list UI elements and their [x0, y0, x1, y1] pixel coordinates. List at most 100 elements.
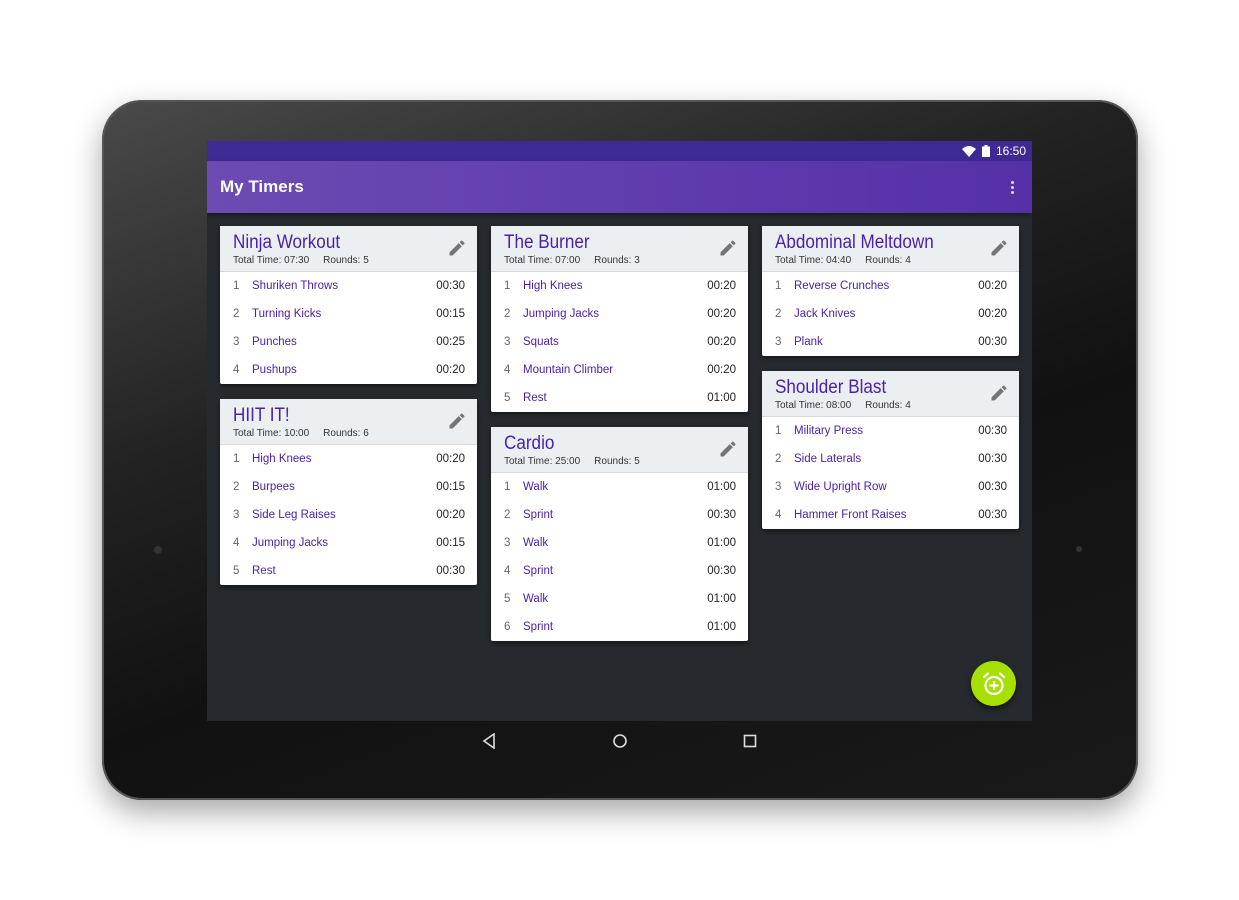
list-item[interactable]: 5 Rest 00:30	[220, 557, 477, 585]
item-number: 1	[504, 280, 511, 292]
edit-icon[interactable]	[447, 238, 467, 258]
item-duration: 00:30	[978, 509, 1007, 521]
rounds-value: 5	[363, 255, 369, 266]
item-number: 1	[233, 280, 240, 292]
timer-card[interactable]: HIIT IT! Total Time: 10:00 Rounds: 6 1 Hig…	[220, 399, 477, 585]
timer-card[interactable]: Cardio Total Time: 25:00 Rounds: 5 1 Walk 0…	[491, 427, 748, 641]
item-number: 3	[775, 481, 782, 493]
item-duration: 00:20	[436, 509, 465, 521]
edit-icon[interactable]	[718, 238, 738, 258]
list-item[interactable]: 2 Jumping Jacks 00:20	[491, 300, 748, 328]
item-name: Side Laterals	[794, 453, 862, 465]
timer-meta: Total Time: 04:40 Rounds: 4	[775, 255, 1006, 266]
list-item[interactable]: 1 Walk 01:00	[491, 473, 748, 501]
list-item[interactable]: 1 Reverse Crunches 00:20	[762, 272, 1019, 300]
total-time-label: Total Time:	[504, 255, 553, 266]
timer-title: HIIT IT!	[233, 405, 290, 426]
item-name: Walk	[523, 537, 549, 549]
edit-icon[interactable]	[989, 383, 1009, 403]
item-number: 1	[504, 481, 511, 493]
item-duration: 00:20	[436, 364, 465, 376]
list-item[interactable]: 4 Sprint 00:30	[491, 557, 748, 585]
list-item[interactable]: 3 Plank 00:30	[762, 328, 1019, 356]
list-item[interactable]: 4 Pushups 00:20	[220, 356, 477, 384]
timer-meta: Total Time: 25:00 Rounds: 5	[504, 456, 735, 467]
list-item[interactable]: 3 Walk 01:00	[491, 529, 748, 557]
list-item[interactable]: 3 Side Leg Raises 00:20	[220, 501, 477, 529]
list-item[interactable]: 1 Shuriken Throws 00:30	[220, 272, 477, 300]
add-timer-button[interactable]	[971, 661, 1016, 706]
back-icon[interactable]	[482, 732, 496, 754]
item-name: Military Press	[794, 425, 864, 437]
rounds-value: 5	[634, 456, 640, 467]
list-item[interactable]: 2 Side Laterals 00:30	[762, 445, 1019, 473]
item-duration: 00:30	[978, 453, 1007, 465]
home-icon[interactable]	[612, 733, 628, 754]
timer-card[interactable]: The Burner Total Time: 07:00 Rounds: 3 1H…	[491, 226, 748, 412]
item-duration: 00:30	[707, 565, 736, 577]
item-number: 5	[504, 593, 511, 605]
card-header: Ninja Workout Total Time: 07:30 Rounds: 5	[220, 226, 477, 272]
item-name: Rest	[252, 565, 276, 577]
list-item[interactable]: 1 High Knees 00:20	[491, 272, 748, 300]
battery-icon	[981, 145, 990, 157]
item-duration: 00:15	[436, 481, 465, 493]
item-number: 5	[233, 565, 240, 577]
list-item[interactable]: 6 Sprint 01:00	[491, 613, 748, 641]
card-header: Cardio Total Time: 25:00 Rounds: 5	[491, 427, 748, 473]
list-item[interactable]: 3 Squats 00:20	[491, 328, 748, 356]
card-header: Shoulder Blast Total Time: 08:00 Rounds: …	[762, 371, 1019, 417]
edit-icon[interactable]	[447, 411, 467, 431]
item-name: Punches	[252, 336, 297, 348]
item-name: Sprint	[523, 565, 554, 577]
item-name: Sprint	[523, 621, 554, 633]
timer-title: The Burner	[504, 232, 590, 253]
edit-icon[interactable]	[718, 439, 738, 459]
item-duration: 01:00	[707, 481, 736, 493]
total-time: 07:00	[555, 255, 581, 266]
item-name: Mountain Climber	[523, 364, 614, 376]
timer-meta: Total Time: 08:00 Rounds: 4	[775, 400, 1006, 411]
list-item[interactable]: 2 Turning Kicks 00:15	[220, 300, 477, 328]
timer-title: Shoulder Blast	[775, 377, 887, 398]
list-item[interactable]: 3 Punches 00:25	[220, 328, 477, 356]
list-item[interactable]: 4 Hammer Front Raises 00:30	[762, 501, 1019, 529]
list-item[interactable]: 2 Jack Knives 00:20	[762, 300, 1019, 328]
item-duration: 00:30	[978, 336, 1007, 348]
item-number: 2	[233, 308, 240, 320]
rounds-label: Rounds:	[594, 255, 632, 266]
list-item[interactable]: 4 Mountain Climber 00:20	[491, 356, 748, 384]
item-name: Hammer Front Raises	[794, 509, 907, 521]
edit-icon[interactable]	[989, 238, 1009, 258]
list-item[interactable]: 1 Military Press 00:30	[762, 417, 1019, 445]
list-item[interactable]: 1 High Knees 00:20	[220, 445, 477, 473]
item-name: Burpees	[252, 481, 295, 493]
rounds-value: 3	[634, 255, 640, 266]
item-name: Jumping Jacks	[252, 537, 329, 549]
item-number: 2	[233, 481, 240, 493]
item-number: 3	[504, 336, 511, 348]
timer-card[interactable]: Abdominal Meltdown Total Time: 04:40 Roun…	[762, 226, 1019, 356]
screen: 16:50 My Timers Ninja Workout Total Time…	[207, 141, 1032, 721]
clock: 16:50	[995, 144, 1026, 158]
total-time: 07:30	[284, 255, 310, 266]
total-time-label: Total Time:	[775, 400, 824, 411]
list-item[interactable]: 5 Walk 01:00	[491, 585, 748, 613]
list-item[interactable]: 2 Burpees 00:15	[220, 473, 477, 501]
list-item[interactable]: 3 Wide Upright Row 00:30	[762, 473, 1019, 501]
item-name: Squats	[523, 336, 559, 348]
timer-card[interactable]: Ninja Workout Total Time: 07:30 Rounds: 5…	[220, 226, 477, 384]
list-item[interactable]: 2 Sprint 00:30	[491, 501, 748, 529]
list-item[interactable]: 4 Jumping Jacks 00:15	[220, 529, 477, 557]
item-number: 1	[775, 425, 782, 437]
timer-card[interactable]: Shoulder Blast Total Time: 08:00 Rounds: …	[762, 371, 1019, 529]
total-time: 25:00	[555, 456, 581, 467]
list-item[interactable]: 5 Rest 01:00	[491, 384, 748, 412]
item-duration: 00:20	[436, 453, 465, 465]
item-name: Jumping Jacks	[523, 308, 600, 320]
more-vert-icon[interactable]	[1007, 177, 1018, 198]
recents-icon[interactable]	[743, 734, 757, 753]
item-number: 1	[233, 453, 240, 465]
item-name: Wide Upright Row	[794, 481, 887, 493]
add-alarm-icon	[982, 671, 1005, 695]
